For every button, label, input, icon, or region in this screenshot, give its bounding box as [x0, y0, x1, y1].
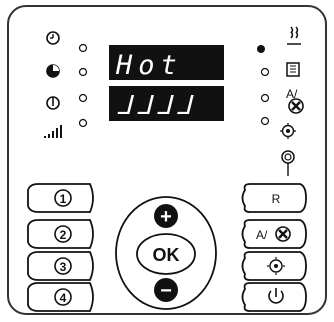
- ok-button[interactable]: OK: [136, 233, 196, 275]
- led-level: [78, 118, 88, 128]
- led-heat-active: [257, 45, 265, 53]
- control-panel: Hot ᒧᒧᒧᒧ A/ 1 2 3 4 + OK − R A/: [7, 5, 327, 315]
- program-button-3-label: 3: [60, 260, 67, 274]
- program-button-2-label: 2: [60, 228, 67, 242]
- residual-heat-icon: [286, 62, 300, 77]
- program-button-1[interactable]: 1: [27, 183, 94, 213]
- program-button-4[interactable]: 4: [27, 282, 94, 312]
- led-fan-speed: [260, 116, 270, 126]
- plus-button[interactable]: +: [154, 204, 178, 228]
- led-temp: [78, 93, 88, 103]
- led-timer: [78, 67, 88, 77]
- pie-timer-icon: [46, 64, 60, 78]
- plus-label: +: [160, 206, 172, 228]
- led-auto-fan: [260, 93, 270, 103]
- program-button-4-label: 4: [60, 291, 67, 305]
- program-button-2[interactable]: 2: [27, 219, 94, 249]
- auto-fan-button-label: A/: [256, 228, 268, 242]
- power-button[interactable]: [241, 282, 307, 312]
- fan-x-icon: [275, 226, 291, 242]
- reset-button-label: R: [272, 192, 281, 206]
- reset-button[interactable]: R: [241, 183, 307, 213]
- ok-button-label: OK: [153, 245, 180, 265]
- program-button-3[interactable]: 3: [27, 251, 94, 281]
- center-control: + OK −: [115, 196, 217, 310]
- display-line-2-text: ᒧᒧᒧᒧ: [116, 91, 195, 121]
- auto-fan-button[interactable]: A/: [241, 219, 307, 249]
- minus-label: −: [160, 280, 172, 302]
- minus-button[interactable]: −: [154, 278, 178, 302]
- led-clock: [78, 43, 88, 53]
- program-button-1-label: 1: [60, 192, 67, 206]
- led-residual: [260, 67, 270, 77]
- display-line-1-text: Hot: [115, 50, 183, 81]
- fan-speed-button[interactable]: [241, 251, 307, 281]
